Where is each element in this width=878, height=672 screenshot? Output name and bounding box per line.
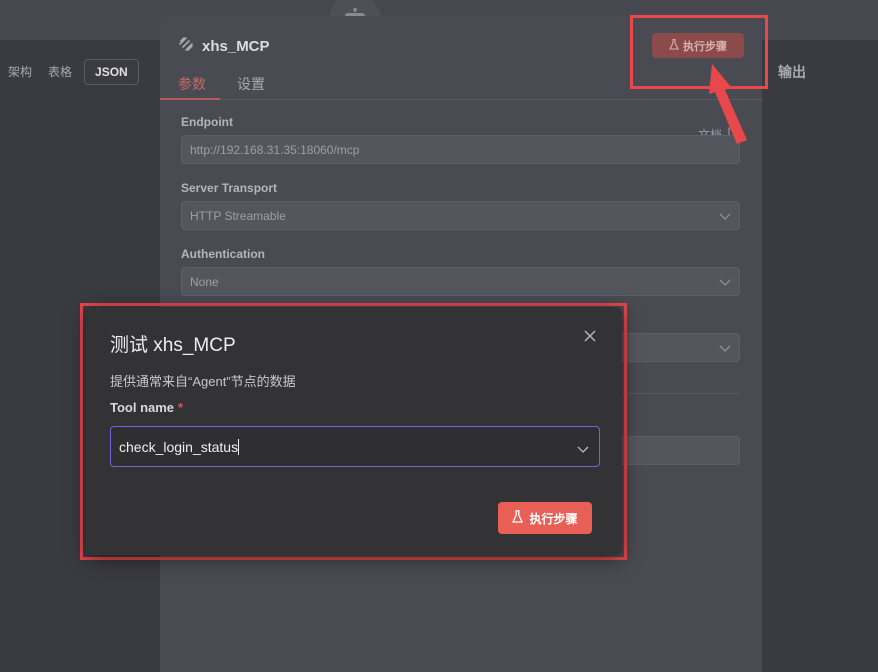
transport-label: Server Transport bbox=[181, 181, 278, 195]
authentication-label: Authentication bbox=[181, 247, 265, 261]
active-tab-indicator bbox=[160, 98, 220, 100]
required-mark: * bbox=[178, 400, 184, 415]
modal-description: 提供通常来自“Agent”节点的数据 bbox=[110, 374, 296, 389]
chevron-down-icon bbox=[577, 441, 589, 457]
chevron-down-icon bbox=[719, 276, 731, 290]
close-icon[interactable] bbox=[584, 329, 596, 347]
tool-name-value: check_login_status bbox=[119, 439, 239, 455]
tool-name-select[interactable]: check_login_status bbox=[110, 426, 600, 467]
execute-step-button[interactable]: 执行步骤 bbox=[498, 502, 592, 534]
tool-name-label-text: Tool name bbox=[110, 400, 175, 415]
view-tab-json[interactable]: JSON bbox=[84, 58, 139, 85]
output-label: 输出 bbox=[778, 64, 806, 80]
endpoint-input[interactable]: http://192.168.31.35:18060/mcp bbox=[181, 135, 740, 164]
view-tab-table[interactable]: 表格 bbox=[40, 57, 80, 86]
annotation-arrow bbox=[709, 64, 747, 144]
transport-select[interactable]: HTTP Streamable bbox=[181, 201, 740, 230]
authentication-select[interactable]: None bbox=[181, 267, 740, 296]
chevron-down-icon bbox=[719, 210, 731, 224]
mcp-icon bbox=[178, 36, 194, 57]
node-title-text: xhs_MCP bbox=[202, 38, 270, 55]
view-tab-schema[interactable]: 架构 bbox=[0, 57, 40, 86]
flask-icon bbox=[512, 510, 524, 526]
tool-name-label: Tool name * bbox=[110, 400, 183, 415]
chevron-down-icon bbox=[719, 342, 731, 356]
endpoint-label: Endpoint bbox=[181, 115, 233, 129]
tab-parameters[interactable]: 参数 bbox=[178, 74, 206, 94]
execute-step-label: 执行步骤 bbox=[529, 511, 578, 526]
test-modal: 测试 xhs_MCP 提供通常来自“Agent”节点的数据 Tool name *… bbox=[86, 307, 622, 555]
tab-settings[interactable]: 设置 bbox=[237, 74, 265, 94]
modal-title: 测试 xhs_MCP bbox=[110, 335, 236, 356]
node-title: xhs_MCP bbox=[178, 36, 270, 57]
text-cursor bbox=[238, 439, 240, 455]
transport-value: HTTP Streamable bbox=[190, 209, 286, 223]
view-tabs: 架构 表格 JSON bbox=[0, 57, 139, 86]
authentication-value: None bbox=[190, 275, 219, 289]
